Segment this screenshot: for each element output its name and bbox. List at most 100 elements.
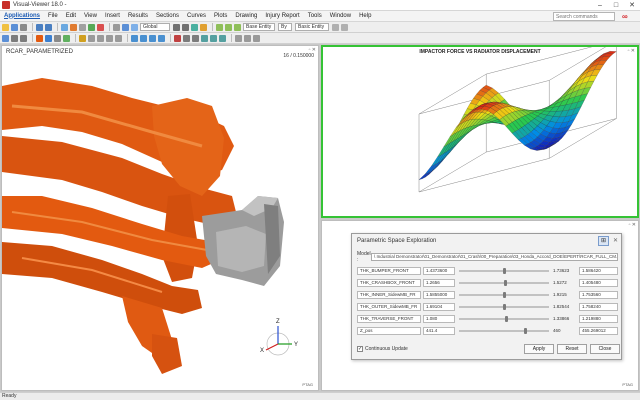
menu-sections[interactable]: Sections bbox=[152, 11, 183, 22]
menu-help[interactable]: Help bbox=[355, 11, 375, 22]
base-entity-combo[interactable]: Base Entity bbox=[243, 23, 275, 31]
parameter-slider[interactable] bbox=[459, 328, 549, 334]
global-combo[interactable]: Global bbox=[140, 23, 170, 31]
stop-icon[interactable] bbox=[158, 34, 165, 42]
by-combo[interactable]: By bbox=[278, 23, 292, 31]
menu-insert[interactable]: Insert bbox=[101, 11, 124, 22]
slider-thumb[interactable] bbox=[502, 304, 506, 310]
isolate-icon[interactable] bbox=[115, 34, 122, 42]
parameter-slider[interactable] bbox=[459, 304, 549, 310]
rotate-icon[interactable] bbox=[131, 23, 138, 31]
open-folder-icon[interactable] bbox=[2, 23, 9, 31]
report-icon[interactable] bbox=[201, 34, 208, 42]
section-icon[interactable] bbox=[191, 23, 198, 31]
link-icon[interactable] bbox=[244, 34, 251, 42]
transparency-icon[interactable] bbox=[88, 34, 95, 42]
wireframe-icon[interactable] bbox=[54, 34, 61, 42]
menu-drawing[interactable]: Drawing bbox=[231, 11, 261, 22]
parameter-slider[interactable] bbox=[459, 268, 549, 274]
animation-icon[interactable] bbox=[97, 23, 104, 31]
parameter-current-value[interactable]: 1.758240 bbox=[579, 303, 618, 311]
layout-icon[interactable] bbox=[11, 34, 18, 42]
menu-edit[interactable]: Edit bbox=[62, 11, 80, 22]
dialog-close-icon[interactable]: ✕ bbox=[611, 236, 620, 246]
model-path-field[interactable]: \ Industrial Demonstrator\01_Demonstrato… bbox=[371, 252, 618, 261]
side-view-icon[interactable] bbox=[234, 23, 241, 31]
notes-icon[interactable] bbox=[210, 34, 217, 42]
parameter-current-value[interactable]: 1.586420 bbox=[579, 267, 618, 275]
filter-icon[interactable] bbox=[332, 23, 339, 31]
record-icon[interactable] bbox=[174, 34, 181, 42]
menu-tools[interactable]: Tools bbox=[304, 11, 326, 22]
menu-applications[interactable]: Applications bbox=[0, 11, 44, 22]
menu-results[interactable]: Results bbox=[124, 11, 152, 22]
pan-icon[interactable] bbox=[173, 23, 180, 31]
camera-icon[interactable] bbox=[113, 23, 120, 31]
menu-view[interactable]: View bbox=[80, 11, 101, 22]
close-button[interactable]: ✕ bbox=[624, 0, 640, 11]
play-icon[interactable] bbox=[131, 34, 138, 42]
image-capture-icon[interactable] bbox=[192, 34, 199, 42]
parameter-slider[interactable] bbox=[459, 292, 549, 298]
light-icon[interactable] bbox=[79, 34, 86, 42]
slider-thumb[interactable] bbox=[524, 328, 528, 334]
menu-plots[interactable]: Plots bbox=[210, 11, 231, 22]
show-icon[interactable] bbox=[106, 34, 113, 42]
fit-view-icon[interactable] bbox=[122, 23, 129, 31]
mesh-icon[interactable] bbox=[79, 23, 86, 31]
new-page-icon[interactable] bbox=[2, 34, 9, 42]
slider-thumb[interactable] bbox=[504, 280, 508, 286]
slider-thumb[interactable] bbox=[505, 316, 509, 322]
minimize-button[interactable]: – bbox=[592, 0, 608, 11]
dialog-grid-icon[interactable]: ⊞ bbox=[598, 236, 609, 246]
save-icon[interactable] bbox=[11, 23, 18, 31]
measure-icon[interactable] bbox=[200, 23, 207, 31]
search-commands-input[interactable] bbox=[553, 12, 615, 21]
zoom-icon[interactable] bbox=[182, 23, 189, 31]
reset-button[interactable]: Reset bbox=[557, 344, 587, 354]
menu-curves[interactable]: Curves bbox=[183, 11, 210, 22]
shaded-icon[interactable] bbox=[45, 34, 52, 42]
basic-entity-combo[interactable]: Basic Entity bbox=[295, 23, 329, 31]
surface-plot-pane[interactable]: IMPACTOR FORCE VS RADIATOR DISPLACEMENT … bbox=[321, 45, 639, 218]
print-icon[interactable] bbox=[20, 23, 27, 31]
model-viewport[interactable]: RCAR_PARAMETRIZED 16 / 0.150000 ▫ ✕ Z Y … bbox=[1, 45, 319, 391]
continuous-update-checkbox[interactable]: ✓ Continuous Update bbox=[357, 346, 408, 352]
annotate-icon[interactable] bbox=[219, 34, 226, 42]
sync-icon[interactable] bbox=[235, 34, 242, 42]
parameter-current-value[interactable]: 455.269012 bbox=[579, 327, 618, 335]
close-dialog-button[interactable]: Close bbox=[590, 344, 620, 354]
parameter-slider[interactable] bbox=[459, 280, 549, 286]
options-icon[interactable] bbox=[253, 34, 260, 42]
pane-controls-icon[interactable]: ▫ ✕ bbox=[629, 222, 636, 228]
redo-icon[interactable] bbox=[45, 23, 52, 31]
slider-thumb[interactable] bbox=[502, 268, 506, 274]
menu-window[interactable]: Window bbox=[326, 11, 355, 22]
settings-icon[interactable] bbox=[341, 23, 348, 31]
step-forward-icon[interactable] bbox=[149, 34, 156, 42]
front-view-icon[interactable] bbox=[225, 23, 232, 31]
export-icon[interactable] bbox=[183, 34, 190, 42]
parameter-current-value[interactable]: 1.753560 bbox=[579, 291, 618, 299]
maximize-button[interactable]: □ bbox=[608, 0, 624, 11]
feature-lines-icon[interactable] bbox=[63, 34, 70, 42]
step-back-icon[interactable] bbox=[140, 34, 147, 42]
parameter-current-value[interactable]: 1.219880 bbox=[579, 315, 618, 323]
hide-icon[interactable] bbox=[97, 34, 104, 42]
parameter-row: THK_CRASHBOX_FRONT 1.2656 1.5272 1.405480 bbox=[357, 279, 618, 288]
menu-injury-report[interactable]: Injury Report bbox=[261, 11, 303, 22]
apply-button[interactable]: Apply bbox=[524, 344, 554, 354]
window-split-icon[interactable] bbox=[20, 34, 27, 42]
parameter-slider[interactable] bbox=[459, 316, 549, 322]
part-color-icon[interactable] bbox=[36, 34, 43, 42]
parameter-current-value[interactable]: 1.405480 bbox=[579, 279, 618, 287]
checkbox-icon[interactable]: ✓ bbox=[357, 346, 363, 352]
menu-file[interactable]: File bbox=[44, 11, 62, 22]
slider-thumb[interactable] bbox=[502, 292, 506, 298]
model-icon[interactable] bbox=[70, 23, 77, 31]
iso-view-icon[interactable] bbox=[216, 23, 223, 31]
toolbar-divider bbox=[109, 23, 110, 31]
contour-icon[interactable] bbox=[88, 23, 95, 31]
undo-icon[interactable] bbox=[36, 23, 43, 31]
select-icon[interactable] bbox=[61, 23, 68, 31]
